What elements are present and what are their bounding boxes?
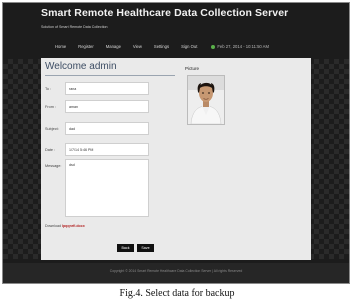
status-dot-icon [211, 44, 216, 49]
date-field[interactable]: 1/7/14 5:46 PM [65, 143, 149, 156]
save-button[interactable]: Save [137, 244, 154, 252]
welcome-heading: Welcome admin [45, 61, 117, 72]
background-pattern-left [3, 59, 43, 259]
to-label: To : [45, 87, 52, 91]
nav-datetime: Feb 27, 2014 - 10:11:50 AM [211, 44, 281, 49]
back-button[interactable]: Back [117, 244, 134, 252]
footer [3, 263, 349, 283]
to-field[interactable]: rana [65, 82, 149, 95]
main-nav: Home Register Manage View Settings Sign … [55, 44, 293, 49]
nav-item-manage[interactable]: Manage [106, 44, 121, 49]
subject-field[interactable]: dad [65, 122, 149, 135]
nav-item-register[interactable]: Register [78, 44, 94, 49]
date-label: Date : [45, 148, 56, 152]
picture-label: Picture [185, 66, 200, 71]
heading-divider [45, 75, 175, 76]
copyright-text: Copyright © 2014 Smart Remote Healthcare… [109, 269, 243, 273]
message-label: Message: [45, 164, 62, 168]
message-textarea[interactable]: dsd [65, 159, 149, 217]
site-title: Smart Remote Healthcare Data Collection … [41, 7, 289, 19]
user-photo-image [188, 76, 224, 124]
nav-item-home[interactable]: Home [55, 44, 66, 49]
background-pattern-right [309, 59, 349, 259]
subject-label: Subject: [45, 127, 59, 131]
download-line: Download lpqqnrfi.docx [45, 224, 85, 228]
datetime-text: Feb 27, 2014 - 10:11:50 AM [217, 44, 269, 49]
figure-caption: Fig.4. Select data for backup [119, 288, 235, 299]
nav-item-view[interactable]: View [133, 44, 142, 49]
download-link[interactable]: lpqqnrfi.docx [62, 224, 85, 228]
site-subtitle: Solution of Smart Remote Data Collection [41, 25, 108, 29]
user-photo [187, 75, 225, 125]
from-field[interactable]: aman [65, 100, 149, 113]
app-window: Smart Remote Healthcare Data Collection … [2, 2, 350, 284]
from-label: From : [45, 105, 56, 109]
nav-item-settings[interactable]: Settings [154, 44, 169, 49]
download-prefix: Download [45, 224, 61, 228]
content-panel: Welcome admin To : rana From : aman Subj… [41, 58, 311, 260]
nav-item-sign-out[interactable]: Sign Out [181, 44, 197, 49]
